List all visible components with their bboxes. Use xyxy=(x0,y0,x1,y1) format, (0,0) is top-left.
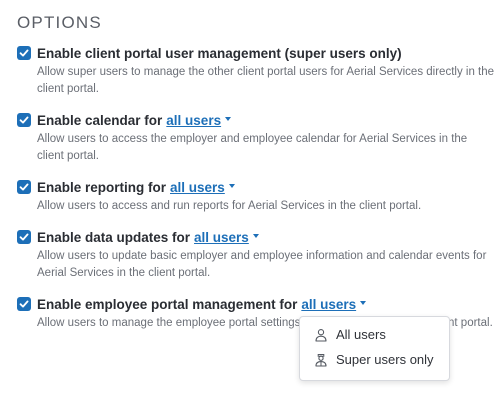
scope-dropdown-calendar[interactable]: all users xyxy=(166,113,221,128)
dropdown-item-all-users[interactable]: All users xyxy=(314,327,386,342)
dropdown-item-label: All users xyxy=(336,327,386,342)
scope-dropdown-reporting[interactable]: all users xyxy=(170,180,225,195)
option-description: Allow users to update basic employer and… xyxy=(37,250,487,279)
option-data-updates: Enable data updates for all users Allow … xyxy=(17,228,497,282)
section-title: OPTIONS xyxy=(17,13,102,32)
option-label: Enable data updates for xyxy=(37,229,191,245)
super-user-icon xyxy=(314,353,328,367)
option-label: Enable client portal user management (su… xyxy=(37,45,402,61)
check-icon xyxy=(19,49,29,57)
checkbox-data-updates[interactable] xyxy=(17,230,31,244)
option-description: Allow users to access the employer and e… xyxy=(37,133,468,162)
option-user-management: Enable client portal user management (su… xyxy=(17,44,497,98)
dropdown-item-super-users[interactable]: Super users only xyxy=(314,352,434,367)
check-icon xyxy=(19,116,29,124)
option-reporting: Enable reporting for all users Allow use… xyxy=(17,178,497,215)
checkbox-user-management[interactable] xyxy=(17,46,31,60)
scope-dropdown-data-updates[interactable]: all users xyxy=(194,230,249,245)
caret-down-icon[interactable] xyxy=(225,117,232,121)
dropdown-item-label: Super users only xyxy=(336,352,434,367)
check-icon xyxy=(19,233,29,241)
checkbox-reporting[interactable] xyxy=(17,180,31,194)
option-description: Allow super users to manage the other cl… xyxy=(37,66,495,95)
caret-down-icon[interactable] xyxy=(228,184,235,188)
option-label: Enable employee portal management for xyxy=(37,296,298,312)
option-calendar: Enable calendar for all users Allow user… xyxy=(17,111,497,165)
option-label: Enable calendar for xyxy=(37,112,163,128)
scope-dropdown-employee-portal[interactable]: all users xyxy=(301,297,356,312)
check-icon xyxy=(19,183,29,191)
check-icon xyxy=(19,300,29,308)
caret-down-icon[interactable] xyxy=(252,234,259,238)
option-description: Allow users to access and run reports fo… xyxy=(37,200,422,212)
scope-dropdown-menu: All users Super users only xyxy=(299,316,450,381)
caret-down-icon[interactable] xyxy=(360,301,367,305)
option-label: Enable reporting for xyxy=(37,179,167,195)
checkbox-calendar[interactable] xyxy=(17,113,31,127)
user-icon xyxy=(314,328,328,342)
checkbox-employee-portal[interactable] xyxy=(17,297,31,311)
